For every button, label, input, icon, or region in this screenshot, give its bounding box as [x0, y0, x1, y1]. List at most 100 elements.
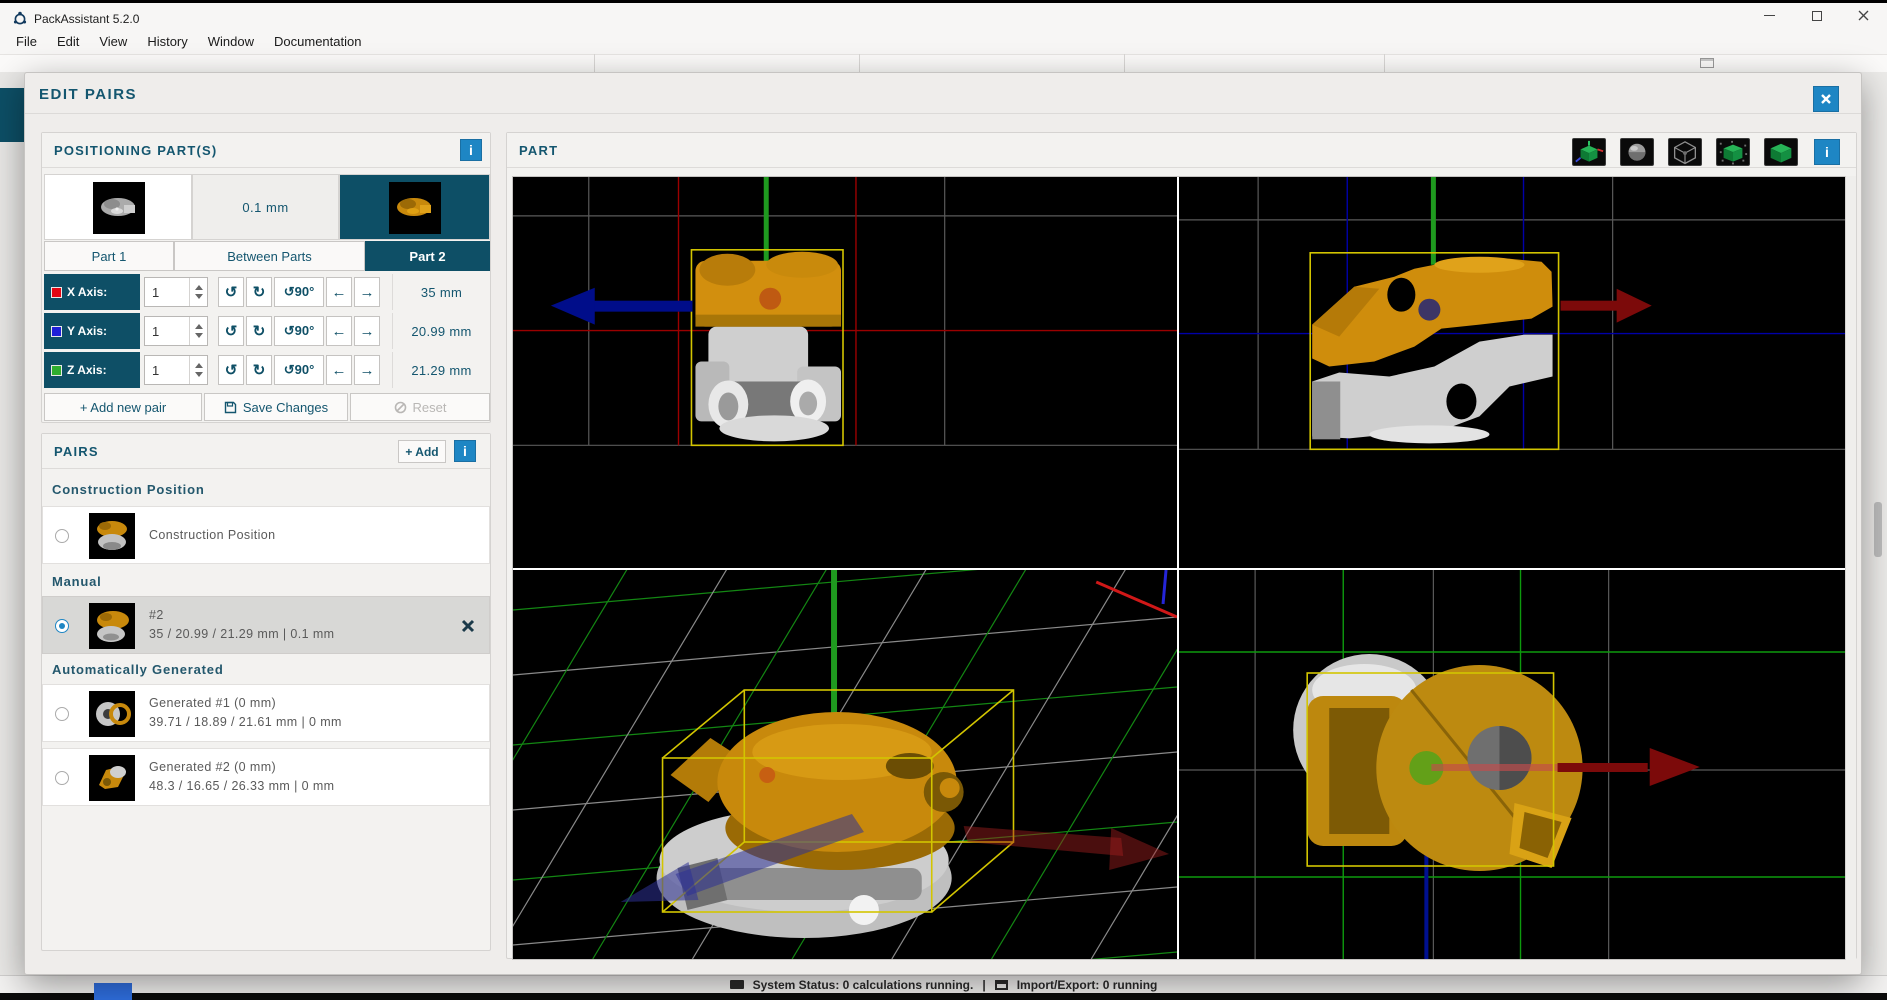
pair-title: Generated #1 (0 mm): [149, 696, 276, 710]
part2-thumbnail-cell[interactable]: [339, 174, 490, 240]
y-axis-size: 20.99 mm: [392, 313, 490, 349]
z-axis-row: Z Axis: ↺ ↻ ↺90° ← → 21.29 mm: [44, 352, 490, 388]
spinner-up-icon: [195, 324, 203, 329]
window-title: PackAssistant 5.2.0: [34, 12, 139, 26]
sphere-icon: [1621, 139, 1653, 165]
z-axis-size: 21.29 mm: [392, 352, 490, 388]
y-rotate-ccw-button[interactable]: ↺: [218, 316, 244, 346]
viewport-perspective-scene: [513, 570, 1177, 959]
between-parts-distance: 0.1 mm: [192, 174, 339, 240]
viewport-top[interactable]: [1179, 570, 1846, 959]
window-controls: [1746, 3, 1887, 28]
minimize-button[interactable]: [1746, 3, 1793, 28]
menu-window[interactable]: Window: [198, 30, 264, 53]
menu-edit[interactable]: Edit: [47, 30, 89, 53]
pair-row-generated-1[interactable]: Generated #1 (0 mm) 39.71 / 18.89 / 21.6…: [42, 684, 490, 742]
positioning-info-button[interactable]: i: [460, 139, 482, 161]
view-cube-solid-button[interactable]: [1764, 138, 1798, 166]
x-rotate-90-button[interactable]: ↺90°: [274, 277, 324, 307]
y-axis-spinner[interactable]: [189, 317, 207, 345]
pair-radio[interactable]: [55, 771, 69, 785]
y-axis-row: Y Axis: ↺ ↻ ↺90° ← → 20.99 mm: [44, 313, 490, 349]
y-rotate-90-button[interactable]: ↺90°: [274, 316, 324, 346]
z-axis-spinner[interactable]: [189, 356, 207, 384]
y-move-right-button[interactable]: →: [354, 316, 380, 346]
tab-part-2[interactable]: Part 2: [365, 241, 490, 271]
part1-thumbnail: [93, 182, 145, 234]
orientation-cube-icon: [1573, 139, 1605, 165]
menu-history[interactable]: History: [137, 30, 197, 53]
z-axis-input[interactable]: [145, 356, 189, 384]
system-status-text: System Status: 0 calculations running.: [753, 978, 974, 992]
z-axis-label-text: Z Axis:: [67, 363, 107, 377]
pairs-info-button[interactable]: i: [454, 440, 476, 462]
x-move-left-button[interactable]: ←: [326, 277, 352, 307]
view-orientation-button[interactable]: [1572, 138, 1606, 166]
z-rotate-cw-button[interactable]: ↻: [246, 355, 272, 385]
import-export-icon: [995, 980, 1008, 990]
y-rotate-cw-button[interactable]: ↻: [246, 316, 272, 346]
z-rotate-ccw-button[interactable]: ↺: [218, 355, 244, 385]
maximize-icon: [1812, 11, 1822, 21]
section-construction-position: Construction Position: [52, 482, 205, 497]
z-move-right-button[interactable]: →: [354, 355, 380, 385]
pair-radio-selected[interactable]: [55, 619, 69, 633]
section-manual: Manual: [52, 574, 102, 589]
pair-row-generated-2[interactable]: Generated #2 (0 mm) 48.3 / 16.65 / 26.33…: [42, 748, 490, 806]
x-axis-input-wrap: [144, 277, 208, 307]
pair-delete-button[interactable]: [459, 617, 477, 635]
pair-row-construction[interactable]: Construction Position: [42, 506, 490, 564]
menu-file[interactable]: File: [6, 30, 47, 53]
menu-documentation[interactable]: Documentation: [264, 30, 371, 53]
toolbar-divider: [859, 54, 860, 72]
view-wireframe-button[interactable]: [1668, 138, 1702, 166]
viewport-side[interactable]: [1179, 177, 1846, 568]
taskbar-item[interactable]: [94, 983, 132, 1000]
tab-between-parts[interactable]: Between Parts: [174, 241, 365, 271]
layout-icon: [1700, 58, 1714, 68]
viewport-perspective[interactable]: [513, 570, 1177, 959]
pairs-add-button[interactable]: + Add: [398, 440, 446, 463]
y-axis-input[interactable]: [145, 317, 189, 345]
tab-part-1[interactable]: Part 1: [44, 241, 174, 271]
close-icon: [1858, 10, 1869, 21]
background-toolbar: [0, 54, 1887, 72]
pair-radio[interactable]: [55, 707, 69, 721]
pair-thumbnail: [89, 691, 135, 737]
x-axis-spinner[interactable]: [189, 278, 207, 306]
maximize-button[interactable]: [1793, 3, 1840, 28]
view-shaded-part-button[interactable]: [1620, 138, 1654, 166]
scrollbar-thumb[interactable]: [1874, 502, 1882, 557]
pair-row-manual-2[interactable]: #2 35 / 20.99 / 21.29 mm | 0.1 mm: [42, 596, 490, 654]
part-header: PART: [507, 133, 1856, 168]
pairs-header: PAIRS + Add i: [42, 434, 490, 469]
viewport-front[interactable]: [513, 177, 1177, 568]
y-move-left-button[interactable]: ←: [326, 316, 352, 346]
pairs-panel: PAIRS + Add i Construction Position Cons…: [41, 433, 491, 951]
part1-thumbnail-cell[interactable]: [44, 174, 192, 240]
close-button[interactable]: [1840, 3, 1887, 28]
app-logo-icon: [13, 11, 27, 25]
z-move-left-button[interactable]: ←: [326, 355, 352, 385]
reset-button[interactable]: Reset: [350, 393, 490, 421]
menu-view[interactable]: View: [89, 30, 137, 53]
part-info-button[interactable]: i: [1814, 139, 1840, 165]
dialog-close-button[interactable]: [1813, 86, 1839, 112]
save-changes-button[interactable]: Save Changes: [204, 393, 348, 421]
pair-title: Generated #2 (0 mm): [149, 760, 276, 774]
x-rotate-cw-button[interactable]: ↻: [246, 277, 272, 307]
viewport-scrollbar[interactable]: [1845, 176, 1856, 960]
y-axis-color-icon: [52, 327, 61, 336]
view-cube-textured-button[interactable]: [1716, 138, 1750, 166]
pair-radio[interactable]: [55, 529, 69, 543]
save-changes-label: Save Changes: [243, 400, 328, 415]
add-new-pair-button[interactable]: + Add new pair: [44, 393, 202, 421]
z-rotate-90-button[interactable]: ↺90°: [274, 355, 324, 385]
pair-subtitle: 35 / 20.99 / 21.29 mm | 0.1 mm: [149, 627, 334, 641]
x-axis-input[interactable]: [145, 278, 189, 306]
x-axis-label-text: X Axis:: [67, 285, 107, 299]
x-move-right-button[interactable]: →: [354, 277, 380, 307]
viewport-top-scene: [1179, 570, 1846, 959]
edit-pairs-dialog: EDIT PAIRS POSITIONING PART(S) i: [24, 72, 1862, 975]
x-rotate-ccw-button[interactable]: ↺: [218, 277, 244, 307]
